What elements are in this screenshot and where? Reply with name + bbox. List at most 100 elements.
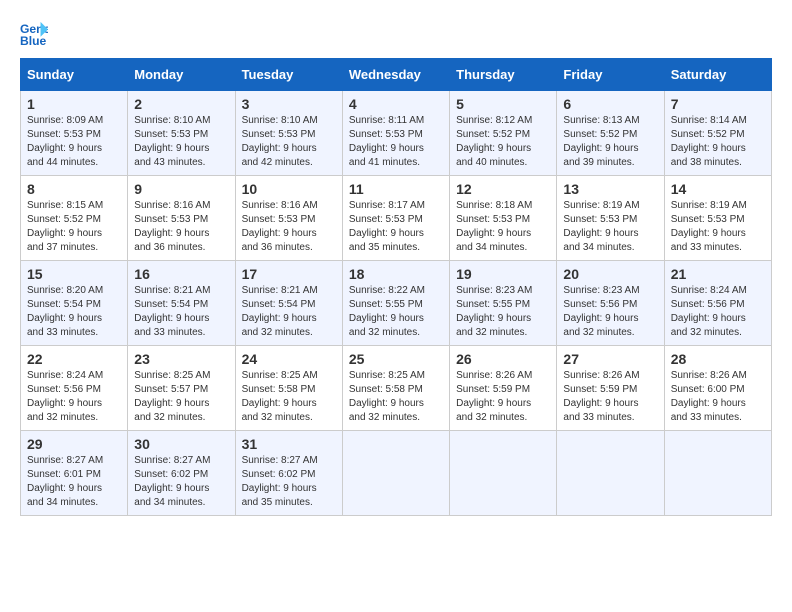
calendar-cell: 1 Sunrise: 8:09 AMSunset: 5:53 PMDaylight… — [21, 91, 128, 176]
cell-text: Sunrise: 8:25 AMSunset: 5:58 PMDaylight:… — [242, 370, 318, 423]
calendar-cell: 11 Sunrise: 8:17 AMSunset: 5:53 PMDayligh… — [342, 176, 449, 261]
calendar-cell: 23 Sunrise: 8:25 AMSunset: 5:57 PMDayligh… — [128, 346, 235, 431]
cell-text: Sunrise: 8:19 AMSunset: 5:53 PMDaylight:… — [671, 200, 747, 253]
day-number: 2 — [134, 96, 228, 112]
calendar-cell: 27 Sunrise: 8:26 AMSunset: 5:59 PMDayligh… — [557, 346, 664, 431]
calendar-table: SundayMondayTuesdayWednesdayThursdayFrid… — [20, 58, 772, 516]
cell-text: Sunrise: 8:26 AMSunset: 6:00 PMDaylight:… — [671, 370, 747, 423]
cell-text: Sunrise: 8:11 AMSunset: 5:53 PMDaylight:… — [349, 115, 424, 168]
calendar-cell: 15Sunrise: 8:20 AMSunset: 5:54 PMDayligh… — [21, 261, 128, 346]
day-number: 20 — [563, 266, 657, 282]
calendar-cell: 12 Sunrise: 8:18 AMSunset: 5:53 PMDayligh… — [450, 176, 557, 261]
day-number: 13 — [563, 181, 657, 197]
column-header-friday: Friday — [557, 59, 664, 91]
cell-text: Sunrise: 8:27 AMSunset: 6:01 PMDaylight:… — [27, 455, 103, 508]
calendar-cell: 6 Sunrise: 8:13 AMSunset: 5:52 PMDaylight… — [557, 91, 664, 176]
day-number: 22 — [27, 351, 121, 367]
day-number: 26 — [456, 351, 550, 367]
calendar-cell: 24Sunrise: 8:25 AMSunset: 5:58 PMDayligh… — [235, 346, 342, 431]
column-header-monday: Monday — [128, 59, 235, 91]
calendar-cell — [450, 431, 557, 516]
calendar-cell: 28Sunrise: 8:26 AMSunset: 6:00 PMDayligh… — [664, 346, 771, 431]
cell-text: Sunrise: 8:26 AMSunset: 5:59 PMDaylight:… — [456, 370, 532, 423]
calendar-cell: 20 Sunrise: 8:23 AMSunset: 5:56 PMDayligh… — [557, 261, 664, 346]
calendar-cell: 19 Sunrise: 8:23 AMSunset: 5:55 PMDayligh… — [450, 261, 557, 346]
calendar-cell — [664, 431, 771, 516]
calendar-cell: 3Sunrise: 8:10 AMSunset: 5:53 PMDaylight… — [235, 91, 342, 176]
calendar-cell: 31Sunrise: 8:27 AMSunset: 6:02 PMDayligh… — [235, 431, 342, 516]
cell-text: Sunrise: 8:21 AMSunset: 5:54 PMDaylight:… — [242, 285, 318, 338]
cell-text: Sunrise: 8:14 AMSunset: 5:52 PMDaylight:… — [671, 115, 747, 168]
day-number: 6 — [563, 96, 657, 112]
calendar-cell: 29 Sunrise: 8:27 AMSunset: 6:01 PMDayligh… — [21, 431, 128, 516]
day-number: 12 — [456, 181, 550, 197]
day-number: 27 — [563, 351, 657, 367]
day-number: 8 — [27, 181, 121, 197]
calendar-cell: 17Sunrise: 8:21 AMSunset: 5:54 PMDayligh… — [235, 261, 342, 346]
cell-text: Sunrise: 8:12 AMSunset: 5:52 PMDaylight:… — [456, 115, 532, 168]
column-header-thursday: Thursday — [450, 59, 557, 91]
calendar-cell: 25 Sunrise: 8:25 AMSunset: 5:58 PMDayligh… — [342, 346, 449, 431]
calendar-cell: 21 Sunrise: 8:24 AMSunset: 5:56 PMDayligh… — [664, 261, 771, 346]
cell-text: Sunrise: 8:10 AMSunset: 5:53 PMDaylight:… — [242, 115, 318, 168]
cell-text: Sunrise: 8:13 AMSunset: 5:52 PMDaylight:… — [563, 115, 639, 168]
cell-text: Sunrise: 8:17 AMSunset: 5:53 PMDaylight:… — [349, 200, 425, 253]
day-number: 7 — [671, 96, 765, 112]
cell-text: Sunrise: 8:22 AMSunset: 5:55 PMDaylight:… — [349, 285, 425, 338]
cell-text: Sunrise: 8:27 AMSunset: 6:02 PMDaylight:… — [242, 455, 318, 508]
cell-text: Sunrise: 8:19 AMSunset: 5:53 PMDaylight:… — [563, 200, 639, 253]
day-number: 19 — [456, 266, 550, 282]
cell-text: Sunrise: 8:18 AMSunset: 5:53 PMDaylight:… — [456, 200, 532, 253]
calendar-cell: 4 Sunrise: 8:11 AMSunset: 5:53 PMDaylight… — [342, 91, 449, 176]
day-number: 11 — [349, 181, 443, 197]
calendar-week-row: 1 Sunrise: 8:09 AMSunset: 5:53 PMDaylight… — [21, 91, 772, 176]
day-number: 25 — [349, 351, 443, 367]
cell-text: Sunrise: 8:25 AMSunset: 5:58 PMDaylight:… — [349, 370, 425, 423]
day-number: 14 — [671, 181, 765, 197]
column-header-wednesday: Wednesday — [342, 59, 449, 91]
cell-text: Sunrise: 8:23 AMSunset: 5:56 PMDaylight:… — [563, 285, 639, 338]
day-number: 15 — [27, 266, 121, 282]
page-header: General Blue — [20, 20, 772, 48]
calendar-cell: 8 Sunrise: 8:15 AMSunset: 5:52 PMDaylight… — [21, 176, 128, 261]
cell-text: Sunrise: 8:24 AMSunset: 5:56 PMDaylight:… — [671, 285, 747, 338]
day-number: 4 — [349, 96, 443, 112]
calendar-cell: 30 Sunrise: 8:27 AMSunset: 6:02 PMDayligh… — [128, 431, 235, 516]
cell-text: Sunrise: 8:16 AMSunset: 5:53 PMDaylight:… — [134, 200, 210, 253]
column-header-saturday: Saturday — [664, 59, 771, 91]
calendar-cell: 2 Sunrise: 8:10 AMSunset: 5:53 PMDaylight… — [128, 91, 235, 176]
calendar-week-row: 22Sunrise: 8:24 AMSunset: 5:56 PMDayligh… — [21, 346, 772, 431]
day-number: 30 — [134, 436, 228, 452]
calendar-cell: 14 Sunrise: 8:19 AMSunset: 5:53 PMDayligh… — [664, 176, 771, 261]
cell-text: Sunrise: 8:27 AMSunset: 6:02 PMDaylight:… — [134, 455, 210, 508]
calendar-cell: 10Sunrise: 8:16 AMSunset: 5:53 PMDayligh… — [235, 176, 342, 261]
cell-text: Sunrise: 8:23 AMSunset: 5:55 PMDaylight:… — [456, 285, 532, 338]
column-header-sunday: Sunday — [21, 59, 128, 91]
calendar-cell: 13 Sunrise: 8:19 AMSunset: 5:53 PMDayligh… — [557, 176, 664, 261]
cell-text: Sunrise: 8:09 AMSunset: 5:53 PMDaylight:… — [27, 115, 103, 168]
calendar-cell: 22Sunrise: 8:24 AMSunset: 5:56 PMDayligh… — [21, 346, 128, 431]
svg-text:Blue: Blue — [20, 34, 47, 48]
cell-text: Sunrise: 8:21 AMSunset: 5:54 PMDaylight:… — [134, 285, 210, 338]
calendar-cell: 9 Sunrise: 8:16 AMSunset: 5:53 PMDaylight… — [128, 176, 235, 261]
column-header-tuesday: Tuesday — [235, 59, 342, 91]
calendar-week-row: 29 Sunrise: 8:27 AMSunset: 6:01 PMDayligh… — [21, 431, 772, 516]
day-number: 23 — [134, 351, 228, 367]
day-number: 21 — [671, 266, 765, 282]
cell-text: Sunrise: 8:26 AMSunset: 5:59 PMDaylight:… — [563, 370, 639, 423]
day-number: 9 — [134, 181, 228, 197]
calendar-week-row: 15Sunrise: 8:20 AMSunset: 5:54 PMDayligh… — [21, 261, 772, 346]
day-number: 10 — [242, 181, 336, 197]
calendar-cell: 16Sunrise: 8:21 AMSunset: 5:54 PMDayligh… — [128, 261, 235, 346]
logo: General Blue — [20, 20, 56, 48]
cell-text: Sunrise: 8:15 AMSunset: 5:52 PMDaylight:… — [27, 200, 103, 253]
cell-text: Sunrise: 8:10 AMSunset: 5:53 PMDaylight:… — [134, 115, 210, 168]
calendar-header-row: SundayMondayTuesdayWednesdayThursdayFrid… — [21, 59, 772, 91]
cell-text: Sunrise: 8:25 AMSunset: 5:57 PMDaylight:… — [134, 370, 210, 423]
calendar-cell — [557, 431, 664, 516]
day-number: 1 — [27, 96, 121, 112]
day-number: 18 — [349, 266, 443, 282]
calendar-cell: 7 Sunrise: 8:14 AMSunset: 5:52 PMDaylight… — [664, 91, 771, 176]
day-number: 29 — [27, 436, 121, 452]
day-number: 5 — [456, 96, 550, 112]
